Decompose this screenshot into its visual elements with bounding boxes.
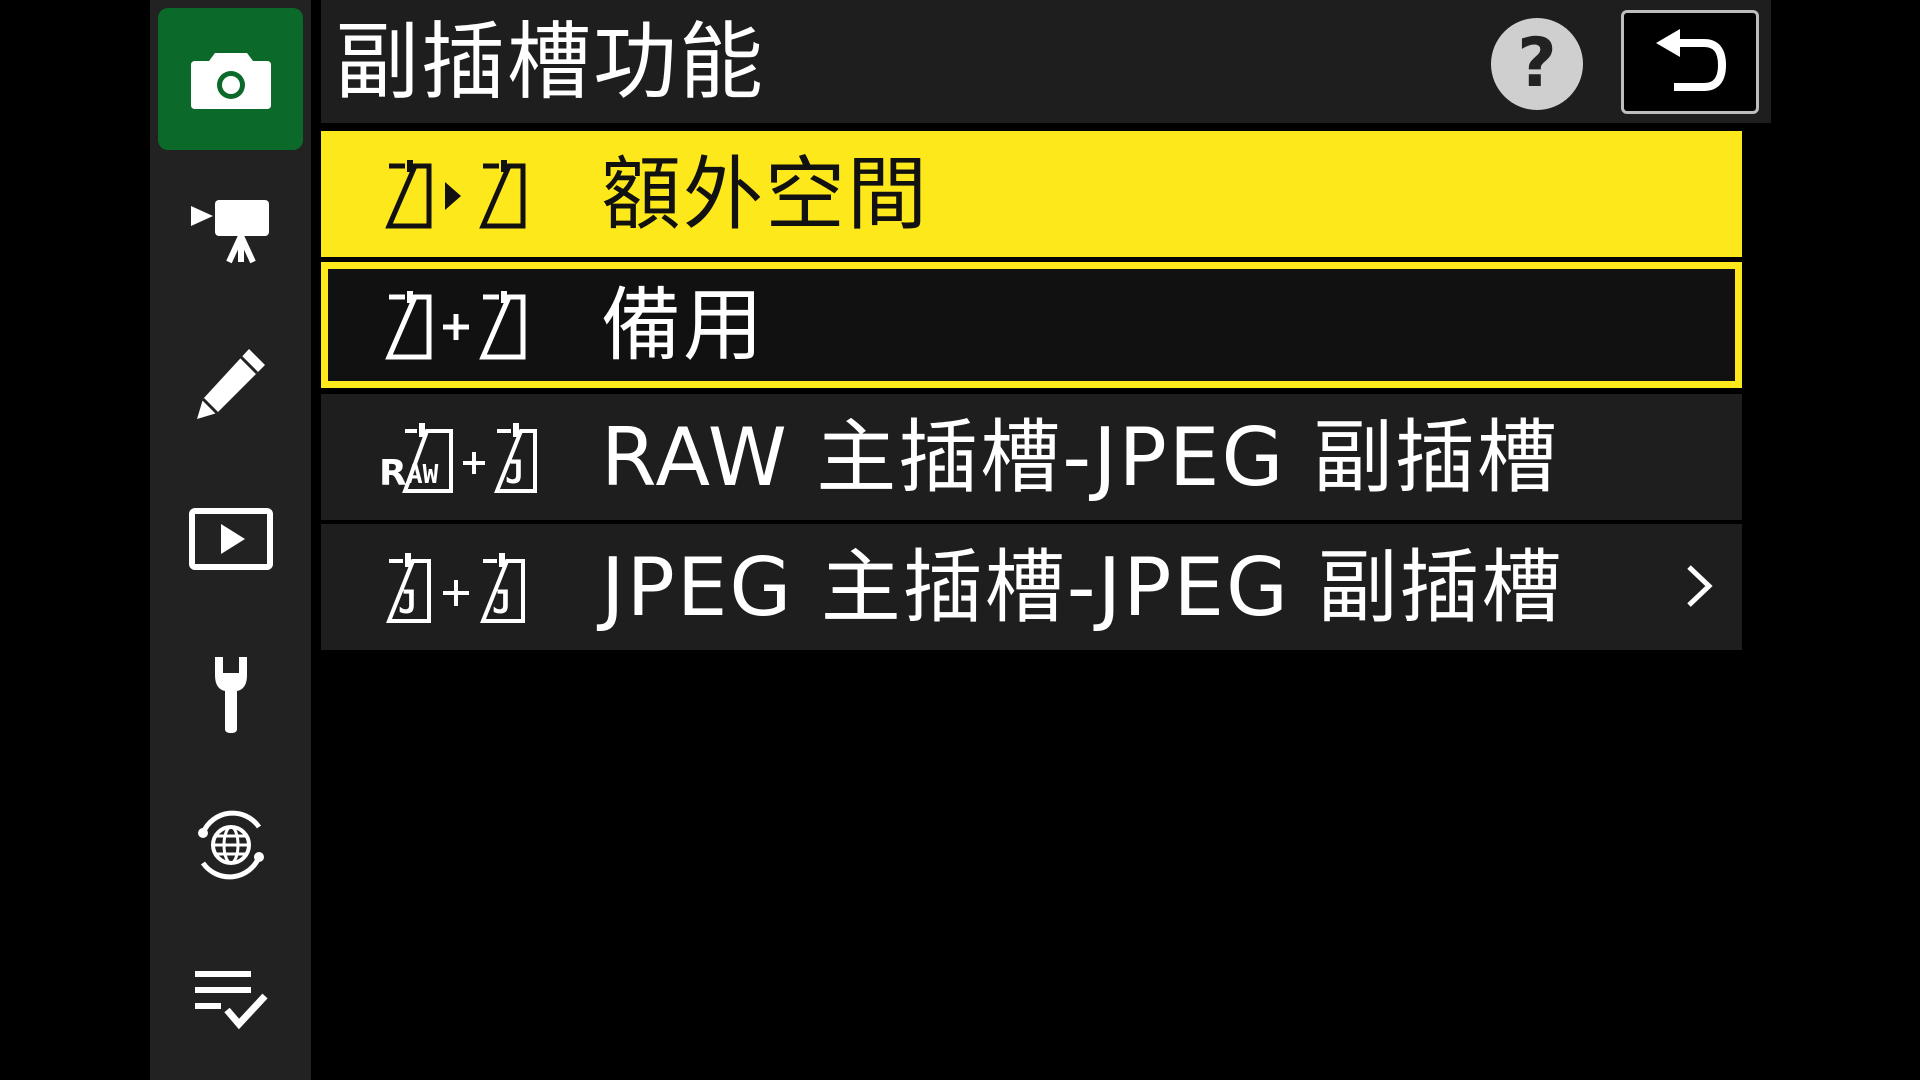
menu-item-raw-primary-jpeg-secondary[interactable]: R AW J RAW 主插槽-JPEG 副插槽 bbox=[321, 394, 1742, 520]
sidebar-item-my-menu[interactable] bbox=[158, 928, 303, 1070]
menu-item-label: RAW 主插槽-JPEG 副插槽 bbox=[601, 411, 1559, 504]
slot-backup-icon bbox=[385, 291, 526, 360]
slot-overflow-icon bbox=[385, 160, 526, 229]
camera-icon bbox=[190, 53, 271, 109]
svg-text:AW: AW bbox=[407, 460, 439, 490]
question-mark-glyph: ? bbox=[1517, 24, 1557, 103]
sidebar-item-photo-shooting[interactable] bbox=[158, 8, 303, 150]
menu-item-jpeg-primary-jpeg-secondary[interactable]: J J JPEG 主插槽-JPEG 副插槽 bbox=[321, 524, 1742, 650]
back-arrow-icon bbox=[1656, 29, 1727, 91]
svg-text:J: J bbox=[505, 453, 524, 491]
menu-item-label: 額外空間 bbox=[601, 148, 929, 241]
menu-item-label: 備用 bbox=[601, 279, 765, 372]
camera-menu-screen: 副插槽功能 ? 額外空間 備用 R AW J RAW 主插槽-JPEG 副插槽 … bbox=[0, 0, 1920, 1080]
list-check-icon bbox=[194, 971, 268, 1030]
help-icon[interactable]: ? bbox=[1491, 18, 1583, 110]
svg-text:R: R bbox=[379, 453, 407, 494]
raw-jpeg-slot-icon: R AW J bbox=[379, 423, 537, 494]
pencil-icon bbox=[196, 349, 265, 419]
sidebar-item-setup[interactable] bbox=[158, 622, 303, 764]
sidebar-item-movie[interactable] bbox=[158, 160, 303, 302]
chevron-right-icon bbox=[1687, 565, 1713, 607]
svg-text:J: J bbox=[398, 583, 417, 621]
wrench-icon bbox=[214, 657, 247, 733]
back-button[interactable] bbox=[1621, 10, 1759, 114]
menu-item-label: JPEG 主插槽-JPEG 副插槽 bbox=[601, 541, 1564, 634]
sidebar-item-custom-settings[interactable] bbox=[158, 312, 303, 454]
title-bar: 副插槽功能 ? bbox=[321, 0, 1771, 123]
movie-camera-icon bbox=[190, 200, 269, 264]
sidebar-item-network[interactable] bbox=[158, 774, 303, 916]
sidebar-item-playback[interactable] bbox=[158, 468, 303, 610]
network-globe-icon bbox=[197, 810, 264, 880]
menu-sidebar bbox=[150, 0, 311, 1080]
menu-item-overflow[interactable]: 額外空間 bbox=[321, 131, 1742, 257]
menu-item-backup[interactable]: 備用 bbox=[321, 262, 1742, 388]
svg-text:J: J bbox=[492, 583, 511, 621]
play-icon bbox=[188, 508, 273, 570]
jpeg-jpeg-slot-icon: J J bbox=[386, 553, 525, 623]
page-title: 副插槽功能 bbox=[335, 13, 766, 111]
